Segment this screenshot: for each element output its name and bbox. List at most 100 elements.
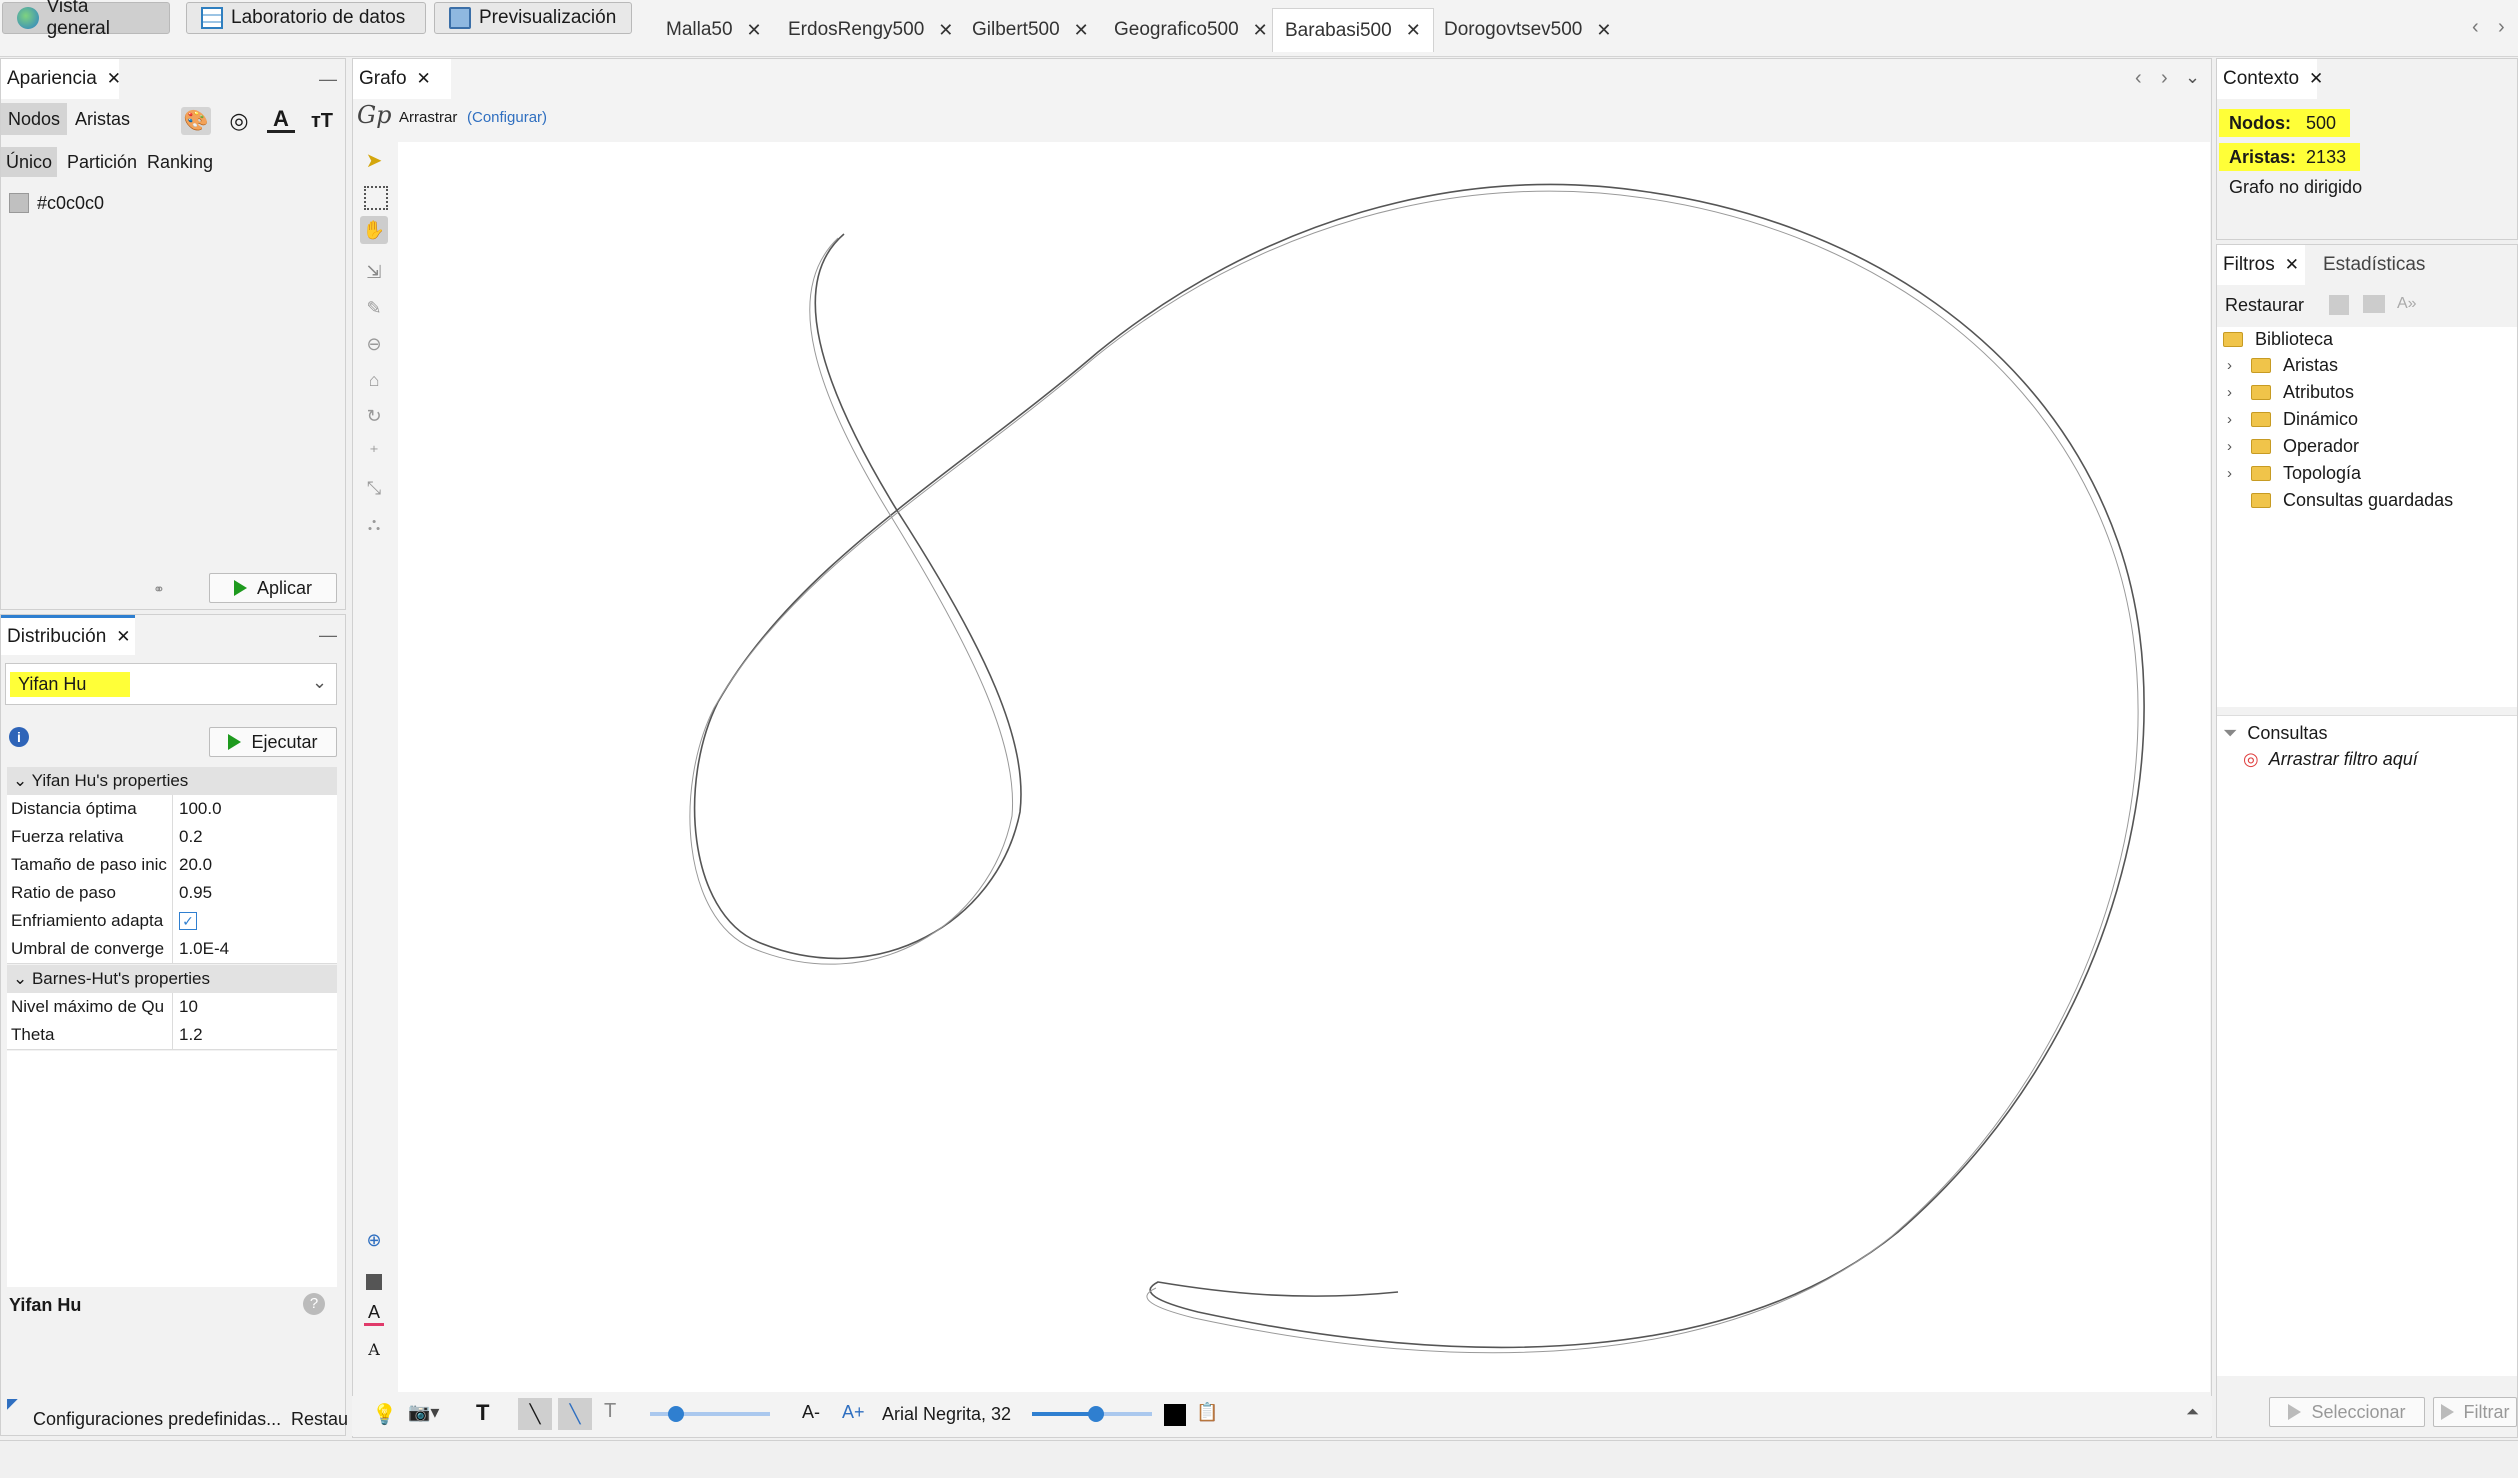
close-icon[interactable]: ✕	[747, 20, 762, 41]
color-swatch[interactable]	[9, 193, 29, 213]
chevron-right-icon[interactable]: ›	[2227, 411, 2237, 428]
doc-tab-gilbert500[interactable]: Gilbert500 ✕	[960, 10, 1101, 50]
chevron-right-icon[interactable]: ›	[2227, 438, 2237, 455]
chevron-right-icon[interactable]: ›	[2227, 384, 2237, 401]
close-icon[interactable]: ✕	[1074, 20, 1089, 41]
label-color-icon[interactable]: A	[364, 1302, 384, 1326]
chevron-left-icon[interactable]: ‹	[2135, 67, 2142, 90]
export-icon[interactable]	[2329, 295, 2349, 315]
zoom-fit-icon[interactable]: ⊕	[360, 1230, 388, 1258]
subtab-partition[interactable]: Partición	[67, 147, 137, 177]
drop-filter-target[interactable]: ◎ Arrastrar filtro aquí	[2243, 749, 2418, 770]
doc-tab-geografico500[interactable]: Geografico500 ✕	[1102, 10, 1280, 50]
tab-filters[interactable]: Filtros ✕	[2217, 245, 2305, 285]
close-icon[interactable]: ✕	[2309, 69, 2323, 89]
property-row[interactable]: Tamaño de paso inic 20.0	[7, 851, 337, 880]
queries-root[interactable]: ⏷ Consultas	[2223, 723, 2327, 744]
label-size-slider[interactable]	[1032, 1406, 1152, 1422]
size-icon[interactable]: ◎	[225, 107, 253, 135]
shortest-path-icon[interactable]: ⛬	[360, 514, 388, 542]
property-row[interactable]: Ratio de paso 0.95	[7, 879, 337, 908]
close-icon[interactable]: ✕	[1253, 20, 1268, 41]
doc-tab-erdosrengy500[interactable]: ErdosRengy500 ✕	[776, 10, 965, 50]
label-color-swatch[interactable]	[1164, 1404, 1186, 1426]
drag-hand-icon[interactable]: ✋	[360, 216, 388, 244]
tab-context[interactable]: Contexto ✕	[2217, 59, 2323, 99]
overview-button[interactable]: Vista general	[2, 0, 170, 39]
tree-item-operator[interactable]: › Operador	[2227, 436, 2359, 457]
paint-icon[interactable]: ⌂	[360, 370, 388, 398]
chevron-right-icon[interactable]: ›	[2227, 357, 2237, 374]
expand-icon[interactable]: ⏶	[2186, 1404, 2199, 1422]
close-icon[interactable]: ✕	[1406, 20, 1421, 41]
edge-weight-slider[interactable]	[650, 1406, 770, 1422]
add-node-icon[interactable]: ⁺	[360, 442, 388, 470]
camera-icon[interactable]: 📷▾	[408, 1402, 439, 1423]
subtab-unique[interactable]: Único	[1, 147, 57, 177]
edge-toggle-icon[interactable]: ╲	[518, 1398, 552, 1430]
font-icon[interactable]: A	[360, 1340, 388, 1368]
tab-nodes[interactable]: Nodos	[1, 103, 67, 135]
rename-icon[interactable]: A»	[2397, 295, 2417, 313]
property-row[interactable]: Fuerza relativa 0.2	[7, 823, 337, 852]
adaptive-cooling-checkbox[interactable]: ✓	[179, 912, 197, 930]
doc-tab-malla50[interactable]: Malla50 ✕	[654, 10, 774, 50]
rect-select-icon[interactable]	[364, 186, 388, 210]
edge-pencil-icon[interactable]: ⇲	[360, 262, 388, 290]
help-icon[interactable]: ?	[303, 1293, 325, 1315]
show-labels-icon[interactable]: T	[476, 1400, 489, 1426]
close-icon[interactable]: ✕	[1596, 20, 1611, 41]
link-icon[interactable]: ⚭	[153, 581, 165, 598]
tab-graph[interactable]: Grafo ✕	[353, 59, 451, 99]
tree-item-edges[interactable]: › Aristas	[2227, 355, 2338, 376]
chevron-down-icon[interactable]: ⌄	[2185, 67, 2200, 88]
background-color-icon[interactable]	[360, 1268, 388, 1296]
edge-color-icon[interactable]: ╲	[558, 1398, 592, 1430]
minimize-icon[interactable]: —	[319, 69, 337, 90]
select-button[interactable]: Seleccionar	[2269, 1397, 2425, 1427]
reset-filters-button[interactable]: Restaurar	[2225, 295, 2304, 316]
resize-icon[interactable]: ⊖	[360, 334, 388, 362]
layout-algorithm-select[interactable]: Yifan Hu ⌄	[5, 663, 337, 705]
presets-link[interactable]: Configuraciones predefinidas...	[33, 1409, 281, 1430]
doc-tab-barabasi500[interactable]: Barabasi500 ✕	[1272, 8, 1434, 52]
configure-link[interactable]: (Configurar)	[467, 109, 547, 126]
reset-link[interactable]: Restau	[291, 1409, 348, 1430]
minimize-icon[interactable]: —	[319, 625, 337, 646]
subtab-ranking[interactable]: Ranking	[147, 147, 213, 177]
property-row[interactable]: Enfriamiento adapta ✓	[7, 907, 337, 936]
add-edge-icon[interactable]: ⤡	[360, 478, 388, 506]
rotate-icon[interactable]: ↻	[360, 406, 388, 434]
run-button[interactable]: Ejecutar	[209, 727, 337, 757]
tree-item-dynamic[interactable]: › Dinámico	[2227, 409, 2358, 430]
tree-item-saved-queries[interactable]: Consultas guardadas	[2227, 490, 2453, 511]
close-icon[interactable]: ✕	[2285, 255, 2299, 275]
tab-statistics[interactable]: Estadísticas	[2317, 245, 2431, 285]
lightbulb-icon[interactable]: 💡	[372, 1402, 397, 1427]
preview-button[interactable]: Previsualización	[434, 2, 632, 34]
tab-layout[interactable]: Distribución ✕	[1, 615, 135, 655]
chevron-right-icon[interactable]: ›	[2227, 465, 2237, 482]
tree-library[interactable]: Biblioteca	[2223, 329, 2333, 350]
tree-item-topology[interactable]: › Topología	[2227, 463, 2361, 484]
property-row[interactable]: Umbral de converge 1.0E-4	[7, 935, 337, 964]
tab-scroll-left-icon[interactable]: ‹	[2472, 16, 2479, 39]
filter-button[interactable]: Filtrar	[2433, 1397, 2517, 1427]
save-icon[interactable]	[2363, 295, 2385, 313]
property-row[interactable]: Nivel máximo de Qu 10	[7, 993, 337, 1022]
select-arrow-icon[interactable]: ➤	[360, 148, 388, 176]
font-label[interactable]: Arial Negrita, 32	[882, 1404, 1011, 1425]
label-edges-icon[interactable]: T	[604, 1400, 616, 1423]
tab-edges[interactable]: Aristas	[75, 103, 130, 135]
doc-tab-dorogovtsev500[interactable]: Dorogovtsev500 ✕	[1432, 10, 1623, 50]
property-row[interactable]: Theta 1.2	[7, 1021, 337, 1050]
close-icon[interactable]: ✕	[116, 627, 130, 647]
close-icon[interactable]: ✕	[417, 69, 431, 89]
data-lab-button[interactable]: Laboratorio de datos	[186, 2, 426, 34]
info-icon[interactable]: i	[9, 727, 29, 747]
label-color-icon[interactable]: A	[267, 105, 295, 133]
section-yifan-hu-properties[interactable]: ⌄ Yifan Hu's properties	[7, 767, 337, 795]
label-size-icon[interactable]: тT	[307, 107, 337, 135]
palette-icon[interactable]: 🎨	[181, 107, 211, 135]
close-icon[interactable]: ✕	[938, 20, 953, 41]
